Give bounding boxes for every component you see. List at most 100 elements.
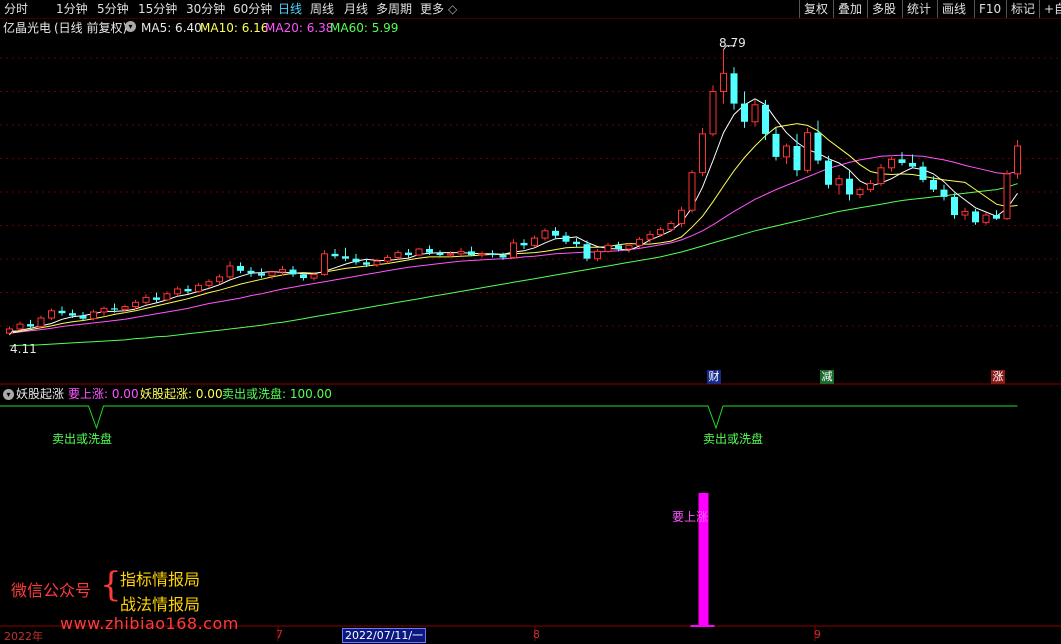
- candle-up: [216, 276, 223, 283]
- chart-mode-label: (日线 前复权): [54, 21, 128, 35]
- watermark-top: 指标情报局: [120, 570, 201, 589]
- period-tab-60min[interactable]: 60分钟: [233, 0, 272, 18]
- candle-down: [919, 166, 927, 180]
- candle-up: [121, 306, 129, 311]
- indicator-name: 妖股起涨: [16, 387, 65, 401]
- candle-up: [667, 223, 675, 231]
- candle-down: [940, 189, 948, 197]
- candle-up: [100, 307, 108, 313]
- candle-down: [79, 315, 87, 319]
- candle-up: [720, 72, 727, 92]
- fuquan-button[interactable]: 复权: [799, 0, 828, 18]
- candle-down: [520, 242, 528, 246]
- stats-button[interactable]: 统计: [902, 0, 931, 18]
- x-axis-label: 7: [276, 628, 283, 641]
- candle-up: [142, 296, 150, 303]
- candle-up: [174, 288, 181, 295]
- candle-up: [163, 293, 171, 301]
- candle-down: [793, 146, 801, 171]
- candle-up: [877, 167, 885, 185]
- candle-up: [37, 317, 45, 328]
- candle-down: [741, 103, 748, 122]
- x-axis-label: 2022年: [4, 630, 43, 643]
- candle-up: [132, 301, 139, 308]
- event-marker-reduce[interactable]: 减: [820, 370, 834, 384]
- candle-down: [331, 253, 339, 257]
- candle-up: [625, 244, 633, 250]
- candle-up: [510, 242, 517, 258]
- candle-up: [195, 284, 202, 292]
- event-marker-rise[interactable]: 涨: [991, 370, 1005, 384]
- period-tab-weekly[interactable]: 周线: [310, 0, 334, 18]
- candle-up: [699, 133, 706, 174]
- candle-up: [48, 310, 55, 319]
- candle-down: [772, 133, 780, 157]
- multi-stock-button[interactable]: 多股: [867, 0, 896, 18]
- candle-up: [268, 271, 276, 277]
- candle-up: [16, 323, 24, 330]
- candle-up: [90, 311, 97, 320]
- candle-down: [69, 313, 76, 316]
- period-tab-daily[interactable]: 日线: [278, 0, 302, 18]
- watermark-wechat: 微信公众号: [11, 581, 92, 600]
- indicator-dropdown-icon[interactable]: ▾: [3, 389, 14, 400]
- x-axis-label: 8: [533, 628, 540, 641]
- candle-down: [972, 211, 979, 223]
- candle-up: [384, 256, 391, 262]
- candle-up: [226, 265, 234, 278]
- candle-up: [279, 269, 286, 273]
- candle-down: [300, 274, 307, 279]
- f10-button[interactable]: F10: [974, 0, 1001, 18]
- candle-up: [657, 229, 664, 235]
- sell-wash-line: [0, 405, 1018, 430]
- candle-down: [573, 241, 580, 245]
- candle-down: [615, 245, 622, 249]
- period-tab-monthly[interactable]: 月线: [344, 0, 368, 18]
- candle-up: [205, 281, 213, 286]
- candle-down: [111, 308, 118, 310]
- candle-up: [478, 253, 486, 256]
- candle-up: [835, 178, 843, 186]
- candle-down: [993, 215, 1000, 219]
- period-tab-multi[interactable]: 多周期: [376, 0, 412, 18]
- period-tab-5min[interactable]: 5分钟: [97, 0, 129, 18]
- candle-down: [258, 273, 265, 276]
- candle-up: [867, 183, 874, 191]
- period-tab-1min[interactable]: 1分钟: [56, 0, 88, 18]
- kline-chart[interactable]: [0, 0, 1061, 641]
- period-tab-fenshi[interactable]: 分时: [4, 0, 28, 18]
- watermark-brace: {: [100, 565, 122, 605]
- candle-down: [184, 288, 192, 292]
- candle-down: [762, 104, 769, 134]
- candle-down: [468, 251, 475, 256]
- candle-up: [678, 209, 685, 225]
- candle-down: [583, 244, 591, 259]
- indicator-rise-label: 要上涨: 0.00: [68, 387, 139, 401]
- period-tab-15min[interactable]: 15分钟: [138, 0, 177, 18]
- candle-down: [814, 132, 822, 161]
- settings-dropdown-icon[interactable]: ▾: [125, 21, 136, 32]
- overlay-button[interactable]: 叠加: [833, 0, 862, 18]
- period-tab-30min[interactable]: 30分钟: [186, 0, 225, 18]
- candle-up: [709, 90, 717, 135]
- candle-up: [688, 172, 696, 211]
- candle-up: [856, 189, 864, 195]
- event-marker-finance[interactable]: 财: [707, 370, 721, 384]
- candle-down: [237, 265, 244, 271]
- candle-down: [363, 262, 370, 265]
- low-price-label: 4.11: [10, 342, 37, 356]
- mark-button[interactable]: 标记: [1006, 0, 1035, 18]
- candle-up: [804, 132, 811, 171]
- x-axis-label: 9: [814, 628, 821, 641]
- more-dropdown-icon[interactable]: ◇: [448, 0, 457, 18]
- draw-line-button[interactable]: 画线: [937, 0, 966, 18]
- candle-up: [415, 248, 423, 256]
- candle-up: [783, 145, 790, 158]
- custom-corner-button[interactable]: +自: [1039, 0, 1061, 18]
- period-tab-more[interactable]: 更多: [420, 0, 444, 18]
- candle-up: [982, 214, 990, 223]
- candle-down: [27, 324, 34, 327]
- candle-down: [825, 160, 832, 185]
- ma5-label: MA5: 6.40: [141, 21, 202, 35]
- indicator-sell-label: 卖出或洗盘: 100.00: [222, 387, 332, 401]
